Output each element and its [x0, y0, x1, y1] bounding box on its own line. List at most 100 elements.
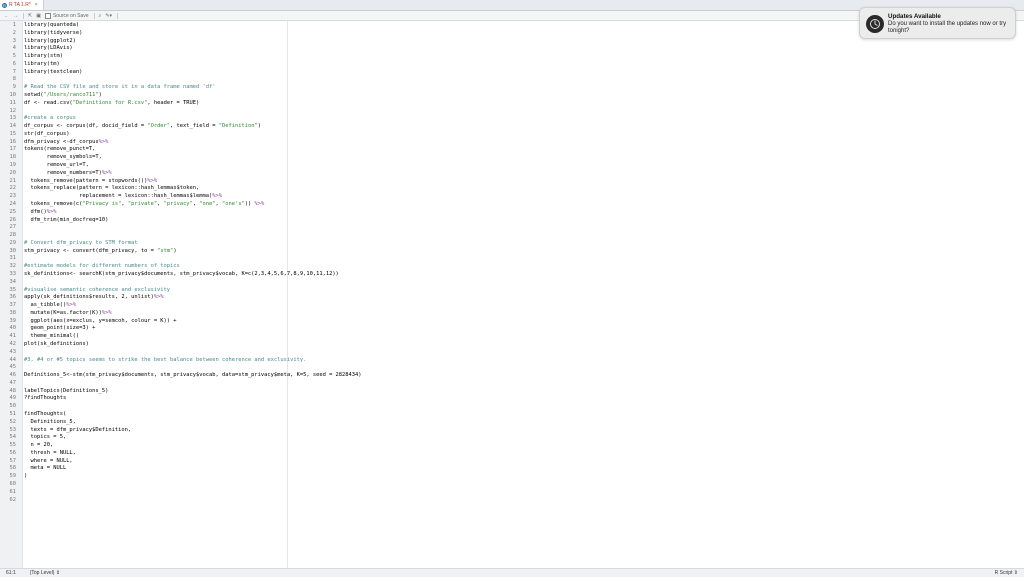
code-line[interactable]: # Convert dfm_privacy to STM format	[24, 240, 138, 248]
code-line[interactable]: df_corpus <- corpus(df, docid_field = "O…	[24, 123, 261, 131]
code-line[interactable]: library(ggplot2)	[24, 38, 76, 46]
code-line[interactable]: library(textclean)	[24, 69, 82, 77]
line-number: 51	[9, 411, 17, 417]
line-number: 27	[9, 224, 17, 231]
code-line[interactable]: library(tm)	[24, 61, 60, 69]
line-number: 42	[9, 340, 17, 347]
line-number: 61	[9, 488, 17, 495]
file-type-selector[interactable]: R Script ⇕	[995, 570, 1018, 576]
line-number: 2	[12, 29, 16, 36]
code-line[interactable]: meta = NULL	[24, 465, 66, 473]
code-line[interactable]: labelTopics(Definitions_5)	[24, 388, 108, 396]
line-number: 5	[12, 53, 16, 60]
code-line[interactable]: setwd("/Users/ranco711")	[24, 92, 102, 100]
save-icon[interactable]: ▣	[36, 13, 41, 19]
r-file-icon: R	[2, 2, 7, 8]
show-in-window-icon[interactable]: ⇱	[28, 13, 32, 19]
code-line[interactable]: dfm_trim(min_docfreq=10)	[24, 217, 108, 225]
code-tools-icon[interactable]: ✎▾	[105, 13, 112, 19]
code-line[interactable]: Definitions_5,	[24, 419, 75, 427]
line-number: 21	[9, 177, 17, 184]
code-line[interactable]: ggplot(aes(x=exclus, y=semcoh, colour = …	[24, 318, 176, 326]
line-number: 62	[9, 496, 17, 503]
code-line[interactable]: library(LDAvis)	[24, 45, 73, 53]
toolbar-divider	[117, 12, 119, 19]
line-number: 16	[9, 138, 17, 145]
code-line[interactable]: dfm()%>%	[24, 209, 56, 217]
code-line[interactable]: tokens(remove_punct=T,	[24, 146, 95, 154]
code-line[interactable]: topics = 5,	[24, 434, 66, 442]
line-number: 20	[9, 169, 17, 176]
source-on-save-label: Source on Save	[52, 12, 89, 19]
close-icon[interactable]: ×	[35, 2, 38, 8]
code-line[interactable]: remove_symbols=T,	[24, 154, 102, 162]
code-line[interactable]: texts = dfm_privacy$Definition,	[24, 427, 131, 435]
line-number: 10	[9, 92, 17, 99]
code-line[interactable]: theme_minimal()	[24, 333, 79, 341]
line-number: 13	[9, 115, 17, 122]
code-line[interactable]: tokens_replace(pattern = lexicon::hash_l…	[24, 185, 199, 193]
code-line[interactable]: library(tidyverse)	[24, 30, 82, 38]
code-line[interactable]: dfm_privacy <-df_corpus%>%	[24, 139, 108, 147]
code-line[interactable]: #3, #4 or #5 topics seems to strike the …	[24, 357, 306, 365]
code-line[interactable]: stm_privacy <- convert(dfm_privacy, to =…	[24, 248, 177, 256]
code-line[interactable]: #visualise semantic coherence and exclus…	[24, 287, 170, 295]
code-line[interactable]: )	[24, 473, 27, 481]
line-number: 3	[12, 37, 16, 44]
code-line[interactable]: as_tibble()%>%	[24, 302, 75, 310]
code-line[interactable]: sk_definitions<- searchK(stm_privacy$doc…	[24, 271, 339, 279]
line-number: 9	[12, 84, 16, 91]
code-line[interactable]: findThoughts(	[24, 411, 66, 419]
scope-selector[interactable]: (Top Level) ⇕	[30, 570, 60, 576]
code-line[interactable]: df <- read.csv("Definitions for R.csv", …	[24, 100, 199, 108]
code-line[interactable]: n = 20,	[24, 442, 53, 450]
code-line[interactable]: apply(sk_definitions$results, 2, unlist)…	[24, 294, 164, 302]
code-line[interactable]: Definitions_5<-stm(stm_privacy$documents…	[24, 372, 362, 380]
code-line[interactable]: #create a corpus	[24, 115, 76, 123]
code-line[interactable]: remove_url=T,	[24, 162, 89, 170]
line-number: 11	[9, 99, 17, 106]
line-number: 1	[12, 22, 16, 28]
search-icon[interactable]: ⌕	[99, 13, 102, 19]
source-on-save-toggle[interactable]: Source on Save	[44, 12, 89, 19]
code-line[interactable]: library(quanteda)	[24, 22, 79, 30]
update-notification[interactable]: Updates Available Do you want to install…	[859, 7, 1016, 39]
code-line[interactable]: replacement = lexicon::hash_lemmas$lemma…	[24, 193, 222, 201]
code-line[interactable]: geom_point(size=3) +	[24, 325, 95, 333]
line-number: 18	[9, 154, 17, 161]
line-number: 28	[9, 232, 17, 239]
line-number: 34	[9, 278, 17, 285]
line-number: 35	[9, 286, 17, 293]
line-number: 54	[9, 434, 17, 441]
line-number: 25	[9, 208, 17, 215]
source-on-save-checkbox[interactable]	[44, 12, 51, 19]
code-editor[interactable]: 1 2 3 4 5 6 7 8 9 10 11 12 13 14 15 16 17 18 19 20 21 22 23 24 2…	[0, 21, 1024, 568]
line-number: 36	[9, 294, 17, 301]
line-number: 4	[12, 45, 16, 52]
line-number: 43	[9, 348, 17, 355]
line-number: 33	[9, 270, 17, 277]
line-number: 32	[9, 263, 17, 270]
code-line[interactable]: where = NULL,	[24, 458, 72, 466]
line-number: 39	[9, 317, 17, 324]
code-line[interactable]: library(stm)	[24, 53, 63, 61]
code-line[interactable]: tokens_remove(c("Privacy is", "private",…	[24, 201, 264, 209]
code-line[interactable]: remove_numbers=T)%>%	[24, 170, 112, 178]
code-line[interactable]: mutate(K=as.factor(K))%>%	[24, 310, 111, 318]
code-line[interactable]: ?findThoughts	[24, 395, 66, 403]
code-line[interactable]: #estimate models for different numbers o…	[24, 263, 180, 271]
back-arrow-icon[interactable]: ←	[4, 13, 9, 19]
code-line[interactable]: plot(sk_definitions)	[24, 341, 89, 349]
line-number: 55	[9, 442, 17, 449]
code-line[interactable]: tokens_remove(pattern = stopwords())%>%	[24, 178, 157, 186]
toolbar-divider	[23, 12, 24, 19]
code-line[interactable]: str(df_corpus)	[24, 131, 69, 139]
forward-arrow-icon[interactable]: →	[13, 13, 18, 19]
line-number: 17	[9, 146, 17, 153]
code-line[interactable]: thresh = NULL,	[24, 450, 75, 458]
tab-r-ta-1[interactable]: R R TA 1.R* ×	[0, 0, 44, 10]
cursor-position: 61:1	[6, 570, 16, 576]
line-number: 31	[9, 255, 17, 262]
line-number: 48	[9, 387, 17, 394]
code-line[interactable]: # Read the CSV file and store it in a da…	[24, 84, 215, 92]
